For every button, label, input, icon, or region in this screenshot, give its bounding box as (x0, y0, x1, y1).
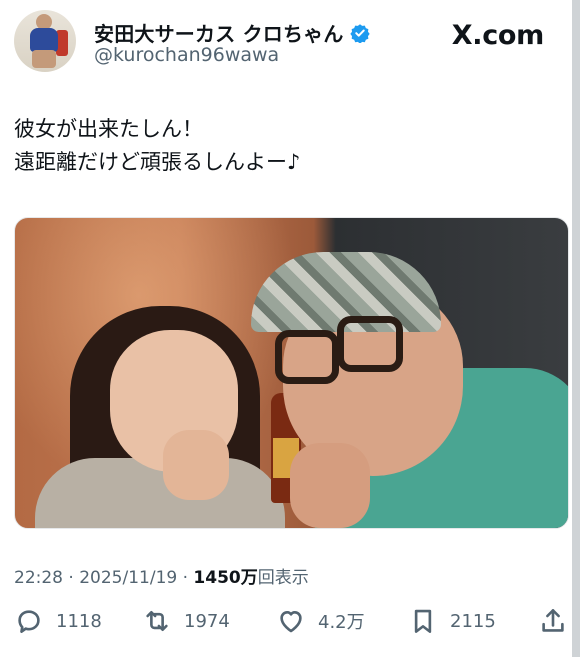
bookmark-count: 2115 (450, 610, 496, 632)
meta-separator: · (63, 568, 80, 588)
heart-icon (280, 610, 302, 633)
like-button[interactable]: 4.2万 (276, 606, 365, 636)
reply-count: 1118 (56, 610, 102, 632)
bookmark-icon (414, 609, 432, 633)
verified-badge-icon (349, 23, 370, 43)
repost-arrows-icon (146, 610, 168, 632)
repost-button[interactable]: 1974 (142, 606, 230, 636)
reply-button[interactable]: 1118 (14, 606, 102, 636)
share-upload-icon (542, 609, 564, 632)
display-name[interactable]: 安田大サーカス クロちゃん (94, 18, 344, 47)
tweet-text: 彼女が出来たしん！ 遠距離だけど頑張るしんよー♪ (14, 113, 554, 179)
post-date[interactable]: 2025/11/19 (79, 568, 177, 588)
speech-bubble-icon (18, 610, 40, 633)
like-count: 4.2万 (318, 612, 365, 633)
view-count: 1450万 (193, 568, 258, 588)
repost-count: 1974 (184, 610, 230, 632)
views-label: 回表示 (257, 568, 309, 588)
tweet-line: 彼女が出来たしん！ (14, 117, 203, 141)
bookmark-button[interactable]: 2115 (408, 606, 496, 636)
tweet-meta: 22:28 · 2025/11/19 · 1450万回表示 (14, 563, 309, 588)
site-label: X.com (451, 20, 545, 51)
name-row: 安田大サーカス クロちゃん (94, 18, 370, 47)
tweet-photo[interactable] (14, 217, 569, 529)
scrollbar-edge (572, 0, 580, 657)
share-button[interactable] (538, 606, 568, 636)
user-handle[interactable]: @kurochan96wawa (94, 44, 279, 66)
tweet-line: 遠距離だけど頑張るしんよー♪ (14, 150, 301, 174)
avatar[interactable] (14, 10, 76, 72)
post-time[interactable]: 22:28 (14, 568, 63, 588)
meta-separator: · (177, 568, 194, 588)
tweet-header: 安田大サーカス クロちゃん @kurochan96wawa X.com (14, 10, 554, 76)
action-bar: 1118 1974 4.2万 2115 (14, 606, 570, 646)
